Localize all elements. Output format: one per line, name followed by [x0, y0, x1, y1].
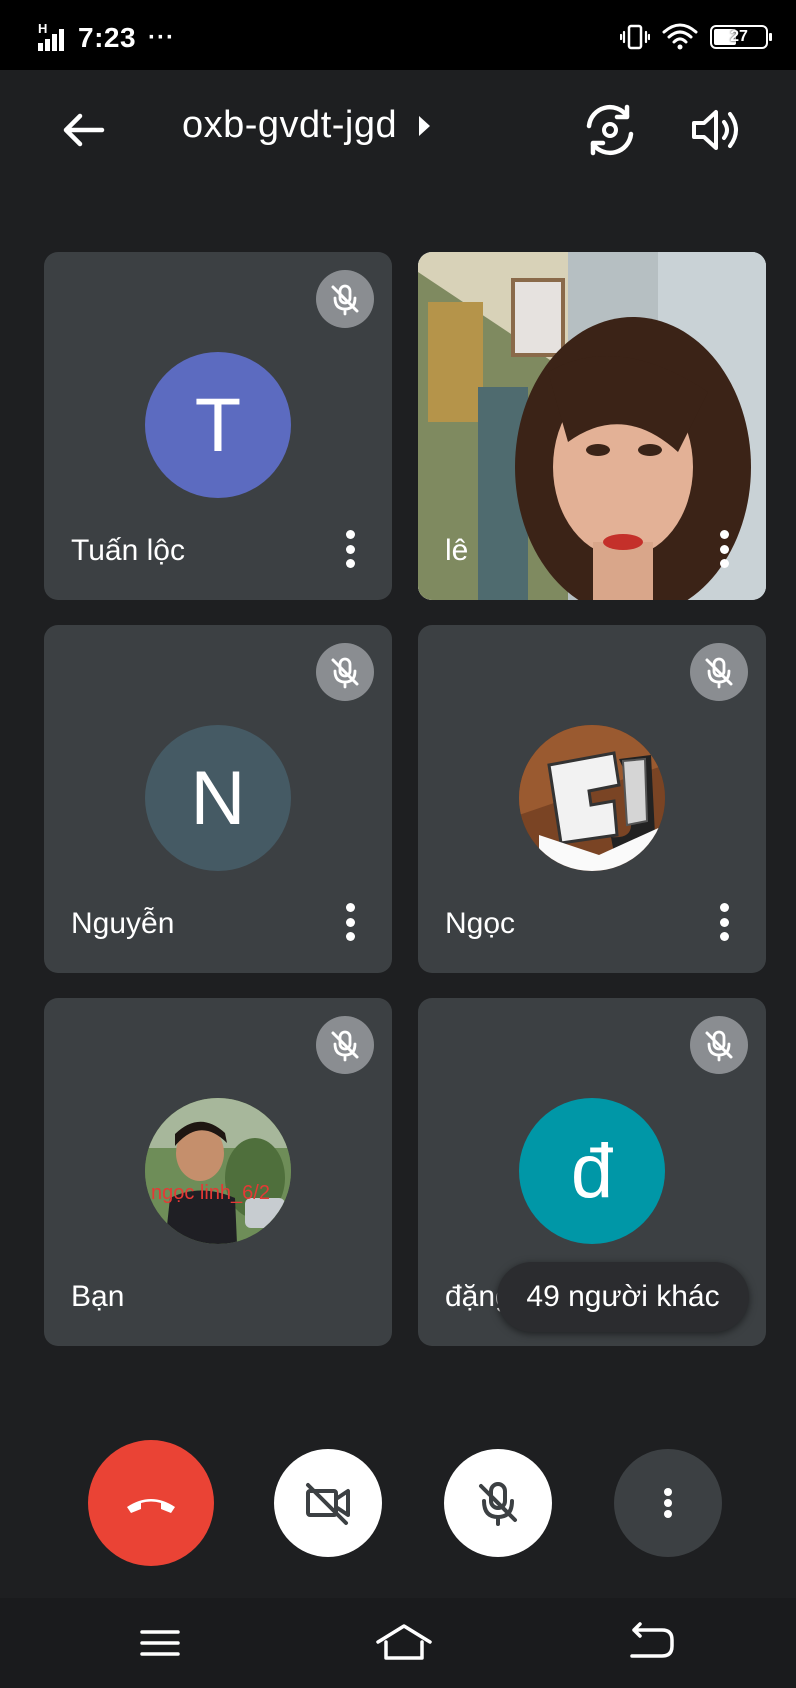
participant-tile[interactable]: lê	[418, 252, 766, 600]
participant-tile[interactable]: Ngọc	[418, 625, 766, 973]
wifi-icon	[662, 23, 698, 50]
menu-icon	[140, 1630, 180, 1656]
avatar-initial: đ	[570, 1128, 614, 1214]
participant-name: Tuấn lộc	[71, 534, 185, 567]
more-notifications: ···	[148, 24, 176, 51]
back-nav-icon	[630, 1622, 674, 1658]
avatar: T	[145, 352, 291, 498]
meet-screen: H 7:23 ··· 27 oxb-gvdt-jgd T Tuấn lộc lê…	[0, 0, 796, 1688]
status-left: H 7:23 ···	[36, 18, 175, 58]
switch-camera-icon	[586, 104, 634, 156]
nav-menu-button[interactable]	[130, 1620, 190, 1666]
participant-name: Bạn	[71, 1280, 125, 1313]
mic-off-icon	[316, 270, 374, 328]
mic-off-icon	[316, 643, 374, 701]
back-button[interactable]	[56, 100, 116, 160]
battery-level: 27	[730, 28, 748, 45]
avatar: đ	[519, 1098, 665, 1244]
audio-output-button[interactable]	[686, 100, 746, 160]
more-options-icon[interactable]	[718, 530, 730, 568]
camera-off-icon	[306, 1483, 350, 1525]
mic-off-icon	[690, 1016, 748, 1074]
home-icon	[376, 1624, 432, 1660]
more-options-icon[interactable]	[718, 903, 730, 941]
volume-icon	[692, 110, 738, 150]
more-options-button[interactable]	[614, 1449, 722, 1557]
microphone-toggle-button[interactable]	[444, 1449, 552, 1557]
gj-logo-photo	[519, 725, 665, 871]
avatar: N	[145, 725, 291, 871]
meeting-info-button[interactable]: oxb-gvdt-jgd	[182, 104, 431, 147]
battery-icon: 27	[710, 25, 772, 49]
avatar: ngọc linh_6/2	[145, 1098, 291, 1244]
mic-off-icon	[316, 1016, 374, 1074]
vibrate-icon	[620, 24, 650, 50]
participant-tile[interactable]: T Tuấn lộc	[44, 252, 392, 600]
end-call-button[interactable]	[88, 1440, 214, 1566]
caret-right-icon	[419, 115, 431, 136]
status-right: 27	[620, 20, 772, 54]
system-nav-bar	[0, 1598, 796, 1688]
others-label: 49 người khác	[526, 1280, 720, 1313]
meeting-header: oxb-gvdt-jgd	[0, 70, 796, 190]
avatar	[519, 725, 665, 871]
participant-name: Ngọc	[445, 907, 516, 940]
photo-caption: ngọc linh_6/2	[151, 1182, 270, 1204]
meeting-code: oxb-gvdt-jgd	[182, 104, 398, 146]
nav-back-button[interactable]	[620, 1620, 680, 1666]
hang-up-icon	[127, 1499, 175, 1513]
participant-tile[interactable]: N Nguyễn	[44, 625, 392, 973]
network-type: H	[38, 21, 48, 36]
more-vertical-icon	[664, 1488, 672, 1518]
status-bar: H 7:23 ··· 27	[0, 0, 796, 70]
nav-home-button[interactable]	[374, 1620, 434, 1666]
avatar-initial: T	[194, 382, 242, 468]
signal-icon: H	[36, 21, 70, 53]
video-feed	[418, 252, 766, 600]
switch-camera-button[interactable]	[580, 100, 640, 160]
camera-toggle-button[interactable]	[274, 1449, 382, 1557]
participant-name: Nguyễn	[71, 907, 175, 940]
more-options-icon[interactable]	[344, 530, 356, 568]
arrow-left-icon	[63, 113, 105, 147]
participant-name: lê	[445, 534, 469, 567]
avatar-initial: N	[190, 755, 246, 841]
mic-off-icon	[479, 1482, 517, 1526]
more-options-icon[interactable]	[344, 903, 356, 941]
status-time: 7:23	[78, 22, 137, 53]
mic-off-icon	[690, 643, 748, 701]
boy-photo	[145, 1098, 291, 1244]
participant-tile[interactable]: ngọc linh_6/2 Bạn	[44, 998, 392, 1346]
other-participants-button[interactable]: 49 người khác	[497, 1262, 749, 1332]
